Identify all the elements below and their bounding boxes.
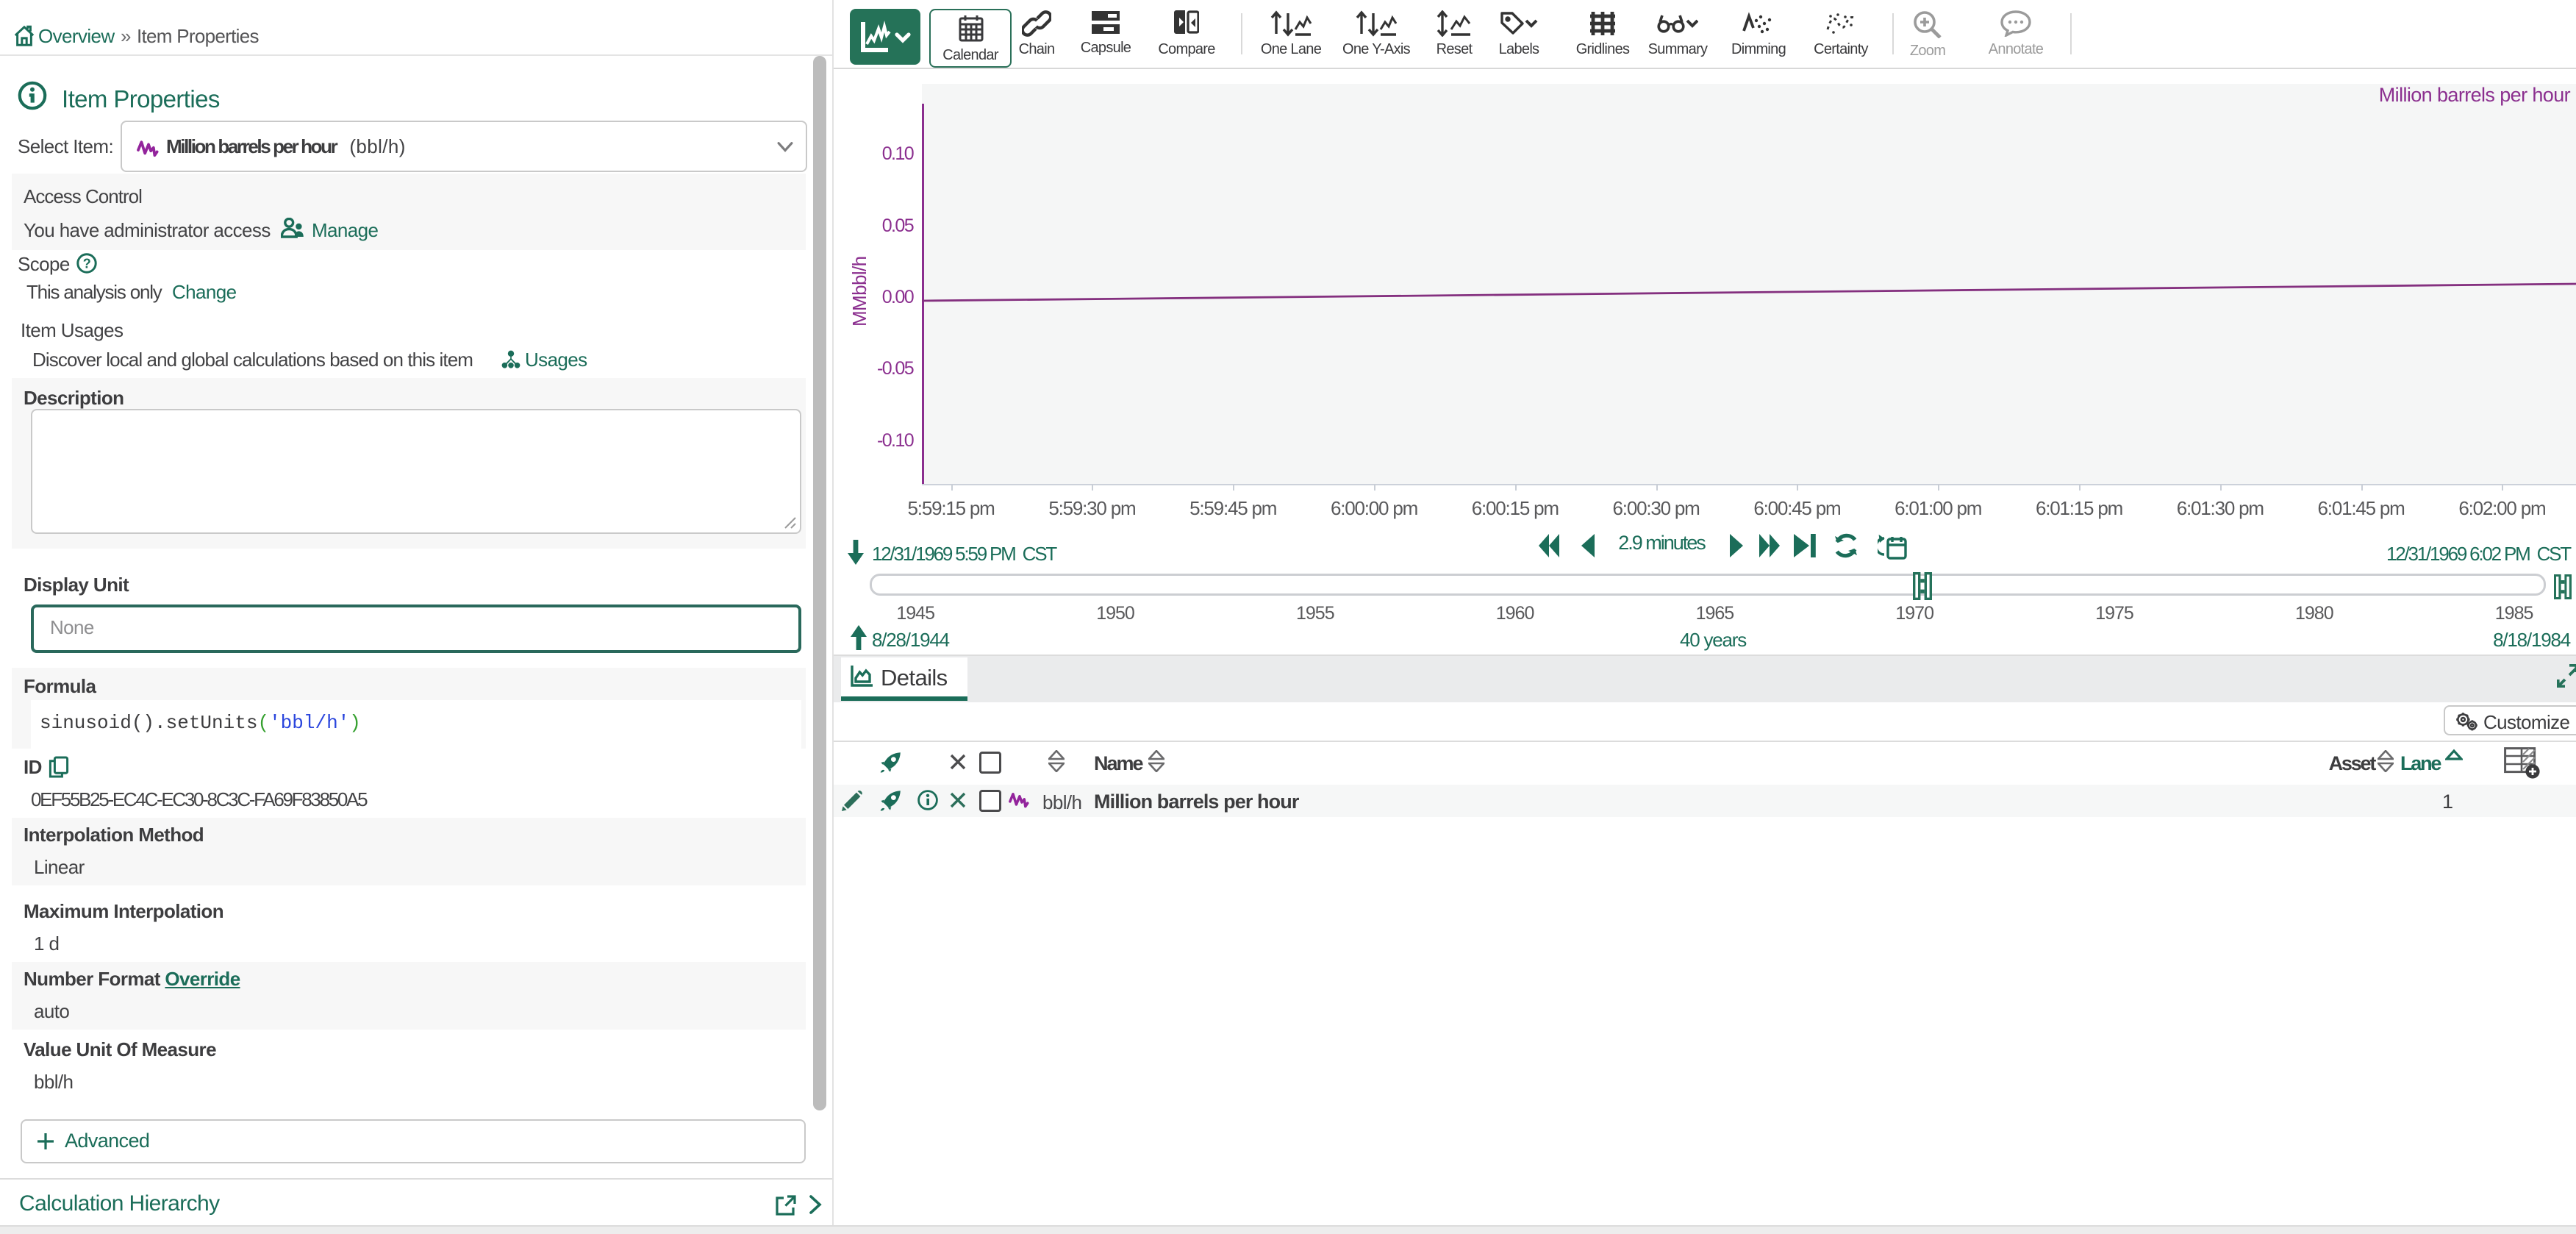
svg-text:?: ? [83, 256, 90, 271]
